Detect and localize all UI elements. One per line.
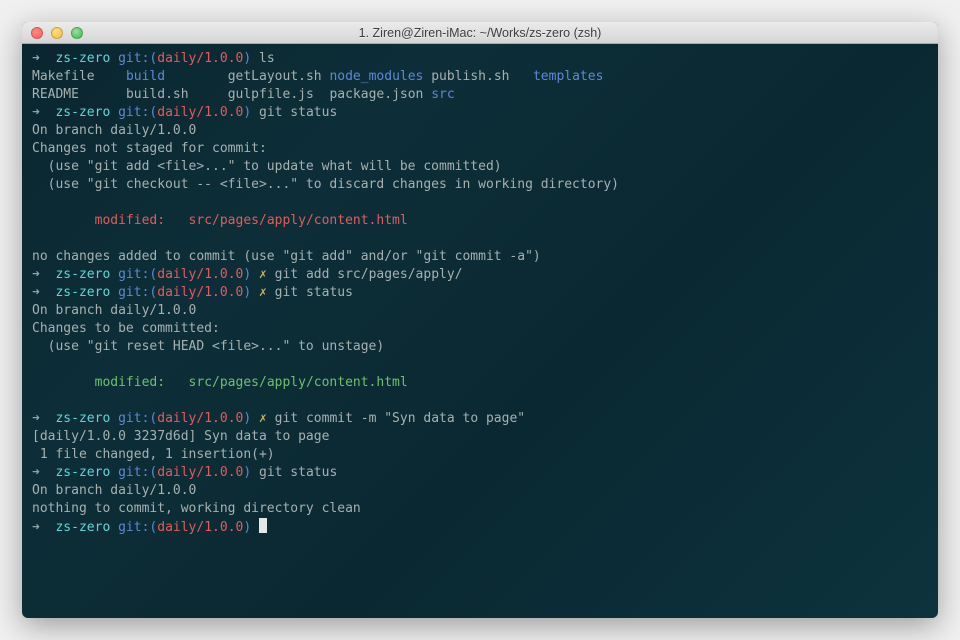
- ls-item: templates: [533, 69, 603, 84]
- prompt-dir: zs-zero: [55, 267, 110, 282]
- prompt-git-label: git:(: [118, 465, 157, 480]
- status-hint: (use "git reset HEAD <file>..." to unsta…: [32, 339, 384, 354]
- ls-item: node_modules: [329, 69, 423, 84]
- cursor-icon: [259, 518, 267, 533]
- window-title: 1. Ziren@Ziren-iMac: ~/Works/zs-zero (zs…: [22, 26, 938, 40]
- prompt-branch: daily/1.0.0: [157, 267, 243, 282]
- status-heading: Changes not staged for commit:: [32, 141, 267, 156]
- prompt-git-label: git:(: [118, 520, 157, 535]
- prompt-git-label: git:(: [118, 51, 157, 66]
- prompt-dir: zs-zero: [55, 520, 110, 535]
- prompt-git-close: ): [243, 520, 251, 535]
- prompt-git-close: ): [243, 51, 251, 66]
- prompt-dir: zs-zero: [55, 285, 110, 300]
- prompt-git-close: ): [243, 267, 251, 282]
- prompt-git-close: ): [243, 465, 251, 480]
- prompt-dir: zs-zero: [55, 465, 110, 480]
- prompt-git-close: ): [243, 105, 251, 120]
- status-branch: On branch daily/1.0.0: [32, 483, 196, 498]
- status-modified-label: modified:: [32, 213, 189, 228]
- prompt-git-label: git:(: [118, 267, 157, 282]
- ls-item: publish.sh: [431, 69, 509, 84]
- zoom-icon[interactable]: [71, 27, 83, 39]
- cmd-status: git status: [259, 465, 337, 480]
- prompt-branch: daily/1.0.0: [157, 105, 243, 120]
- status-modified-file: src/pages/apply/content.html: [189, 213, 408, 228]
- prompt-git-label: git:(: [118, 105, 157, 120]
- status-footer: no changes added to commit (use "git add…: [32, 249, 541, 264]
- status-branch: On branch daily/1.0.0: [32, 303, 196, 318]
- prompt-branch: daily/1.0.0: [157, 411, 243, 426]
- prompt-dirty-icon: ✗: [259, 267, 267, 282]
- ls-item: README: [32, 87, 79, 102]
- ls-item: gulpfile.js: [228, 87, 314, 102]
- cmd-add: git add src/pages/apply/: [275, 267, 463, 282]
- status-hint: (use "git checkout -- <file>..." to disc…: [32, 177, 619, 192]
- prompt-arrow-icon: ➜: [32, 105, 40, 120]
- status-heading: Changes to be committed:: [32, 321, 220, 336]
- prompt-dir: zs-zero: [55, 51, 110, 66]
- prompt-branch: daily/1.0.0: [157, 520, 243, 535]
- prompt-git-label: git:(: [118, 411, 157, 426]
- status-modified-file: src/pages/apply/content.html: [189, 375, 408, 390]
- status-hint: (use "git add <file>..." to update what …: [32, 159, 502, 174]
- status-modified-label: modified:: [32, 375, 189, 390]
- prompt-git-close: ): [243, 285, 251, 300]
- ls-item: src: [431, 87, 454, 102]
- prompt-arrow-icon: ➜: [32, 465, 40, 480]
- prompt-arrow-icon: ➜: [32, 411, 40, 426]
- cmd-status: git status: [275, 285, 353, 300]
- prompt-arrow-icon: ➜: [32, 267, 40, 282]
- ls-item: getLayout.sh: [228, 69, 322, 84]
- prompt-branch: daily/1.0.0: [157, 285, 243, 300]
- prompt-git-label: git:(: [118, 285, 157, 300]
- cmd-commit: git commit -m "Syn data to page": [275, 411, 525, 426]
- terminal-window: 1. Ziren@Ziren-iMac: ~/Works/zs-zero (zs…: [22, 22, 938, 618]
- prompt-arrow-icon: ➜: [32, 51, 40, 66]
- prompt-dir: zs-zero: [55, 411, 110, 426]
- prompt-arrow-icon: ➜: [32, 285, 40, 300]
- terminal-body[interactable]: ➜ zs-zero git:(daily/1.0.0) ls Makefile …: [22, 44, 938, 618]
- ls-item: build.sh: [126, 87, 189, 102]
- prompt-branch: daily/1.0.0: [157, 51, 243, 66]
- prompt-dir: zs-zero: [55, 105, 110, 120]
- prompt-arrow-icon: ➜: [32, 520, 40, 535]
- ls-item: package.json: [329, 87, 423, 102]
- ls-item: build: [126, 69, 165, 84]
- prompt-branch: daily/1.0.0: [157, 465, 243, 480]
- prompt-git-close: ): [243, 411, 251, 426]
- cmd-ls: ls: [259, 51, 275, 66]
- prompt-dirty-icon: ✗: [259, 285, 267, 300]
- close-icon[interactable]: [31, 27, 43, 39]
- titlebar: 1. Ziren@Ziren-iMac: ~/Works/zs-zero (zs…: [22, 22, 938, 44]
- ls-item: Makefile: [32, 69, 95, 84]
- commit-output: [daily/1.0.0 3237d6d] Syn data to page: [32, 429, 329, 444]
- prompt-dirty-icon: ✗: [259, 411, 267, 426]
- cmd-status: git status: [259, 105, 337, 120]
- commit-output: 1 file changed, 1 insertion(+): [32, 447, 275, 462]
- minimize-icon[interactable]: [51, 27, 63, 39]
- status-clean: nothing to commit, working directory cle…: [32, 501, 361, 516]
- traffic-lights: [22, 27, 83, 39]
- status-branch: On branch daily/1.0.0: [32, 123, 196, 138]
